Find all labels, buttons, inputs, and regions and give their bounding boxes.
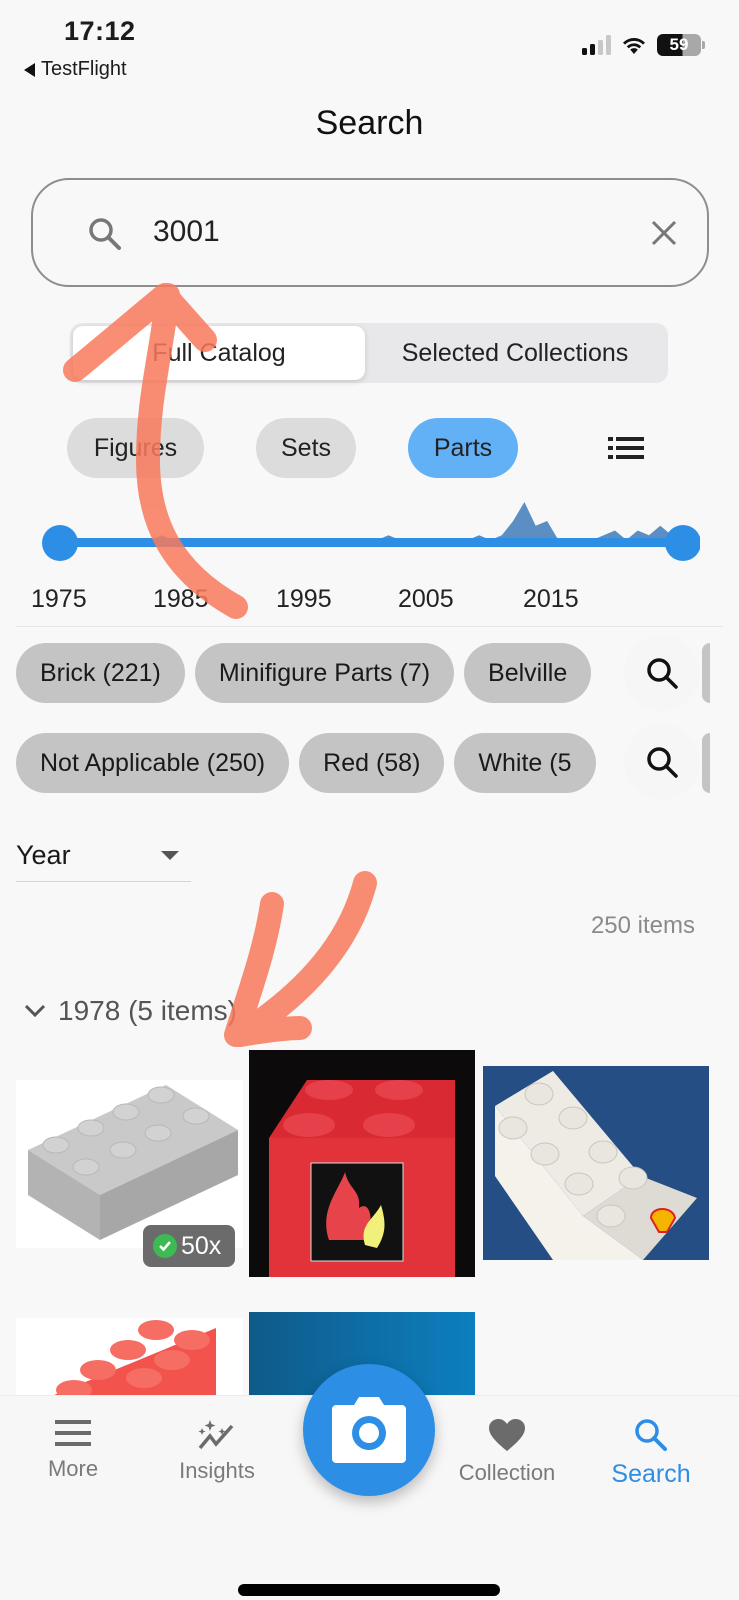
tab-label: More bbox=[47, 1456, 99, 1481]
histogram-area bbox=[60, 502, 683, 540]
category-chip[interactable]: Brick (221) bbox=[16, 643, 185, 703]
color-search-button[interactable] bbox=[624, 724, 700, 800]
category-chip[interactable]: Minifigure Parts (7) bbox=[194, 643, 455, 703]
category-chip[interactable]: Belville bbox=[464, 643, 592, 703]
tab-collection[interactable]: Collection bbox=[442, 1418, 572, 1486]
search-icon bbox=[635, 1419, 667, 1451]
section-divider bbox=[16, 626, 723, 627]
color-chip[interactable]: Not Applicable (250) bbox=[16, 733, 290, 793]
camera-scan-button[interactable] bbox=[303, 1364, 435, 1496]
dropdown-caret-icon bbox=[161, 851, 179, 860]
color-chip-row: Not Applicable (250) Red (58) White (5 bbox=[16, 733, 705, 793]
back-app-label: TestFlight bbox=[41, 58, 127, 80]
year-tick: 1975 bbox=[31, 585, 87, 613]
year-tick: 2015 bbox=[523, 585, 579, 613]
search-field[interactable] bbox=[31, 178, 709, 287]
sort-dropdown[interactable]: Year bbox=[16, 830, 191, 882]
search-icon bbox=[647, 658, 678, 689]
group-header-toggle[interactable]: 1978 (5 items) bbox=[24, 995, 237, 1027]
chip-overflow-edge bbox=[702, 643, 710, 703]
sparkle-chart-icon bbox=[198, 1420, 234, 1450]
result-tile[interactable] bbox=[16, 1080, 243, 1248]
home-indicator bbox=[238, 1584, 500, 1596]
check-icon bbox=[153, 1234, 177, 1258]
red-flame-brick-image bbox=[269, 1080, 455, 1277]
back-to-app-link[interactable]: TestFlight bbox=[24, 58, 127, 81]
wifi-icon bbox=[623, 38, 645, 54]
chevron-down-icon bbox=[24, 1004, 46, 1018]
white-shell-brick-image bbox=[495, 1071, 697, 1260]
page-title: Search bbox=[315, 104, 424, 142]
year-range-slider[interactable] bbox=[40, 500, 700, 570]
list-view-icon[interactable] bbox=[608, 436, 644, 460]
result-tile[interactable] bbox=[249, 1050, 475, 1277]
filter-chip-parts[interactable]: Parts bbox=[408, 418, 518, 478]
red-brick-image bbox=[42, 1320, 216, 1400]
heart-icon bbox=[489, 1419, 525, 1451]
group-header-label: 1978 (5 items) bbox=[58, 995, 237, 1026]
menu-icon bbox=[55, 1420, 91, 1446]
search-icon bbox=[89, 218, 121, 250]
year-tick: 1995 bbox=[276, 585, 332, 613]
segment-selected-collections[interactable]: Selected Collections bbox=[365, 326, 665, 380]
scope-segmented-control: Full Catalog Selected Collections bbox=[70, 323, 668, 383]
results-count: 250 items bbox=[590, 912, 695, 939]
owned-quantity: 50x bbox=[181, 1231, 222, 1260]
clear-search-button[interactable] bbox=[647, 216, 681, 250]
sort-selected-value: Year bbox=[16, 840, 71, 870]
search-input[interactable] bbox=[153, 210, 633, 254]
status-time: 17:12 bbox=[64, 16, 136, 46]
result-tile[interactable] bbox=[483, 1066, 709, 1260]
filter-chip-figures[interactable]: Figures bbox=[67, 418, 204, 478]
slider-thumb-start[interactable] bbox=[42, 525, 78, 561]
tab-search[interactable]: Search bbox=[586, 1418, 716, 1489]
owned-quantity-badge: 50x bbox=[143, 1225, 235, 1267]
tab-insights[interactable]: Insights bbox=[152, 1418, 282, 1484]
tab-label: Collection bbox=[458, 1460, 556, 1485]
color-chip[interactable]: Red (58) bbox=[299, 733, 445, 793]
year-tick: 1985 bbox=[153, 585, 209, 613]
cellular-signal-icon bbox=[582, 35, 611, 55]
segment-full-catalog[interactable]: Full Catalog bbox=[73, 326, 365, 380]
year-tick: 2005 bbox=[398, 585, 454, 613]
camera-icon bbox=[332, 1397, 406, 1463]
tab-more[interactable]: More bbox=[8, 1418, 138, 1482]
gray-brick-image bbox=[28, 1085, 238, 1240]
chip-overflow-edge bbox=[702, 733, 710, 793]
tab-label: Search bbox=[611, 1460, 691, 1488]
slider-track bbox=[60, 538, 683, 547]
battery-icon: 59 bbox=[657, 34, 705, 56]
color-chip[interactable]: White (5 bbox=[454, 733, 596, 793]
back-triangle-icon bbox=[24, 62, 35, 77]
tab-label: Insights bbox=[179, 1458, 255, 1483]
category-search-button[interactable] bbox=[624, 635, 700, 711]
category-chip-row: Brick (221) Minifigure Parts (7) Belville bbox=[16, 643, 705, 703]
year-histogram bbox=[42, 502, 700, 561]
battery-level: 59 bbox=[669, 35, 689, 54]
result-tile[interactable] bbox=[16, 1318, 243, 1400]
filter-chip-sets[interactable]: Sets bbox=[256, 418, 356, 478]
search-icon bbox=[647, 747, 678, 778]
slider-thumb-end[interactable] bbox=[665, 525, 700, 561]
status-icons: 59 bbox=[582, 34, 705, 56]
